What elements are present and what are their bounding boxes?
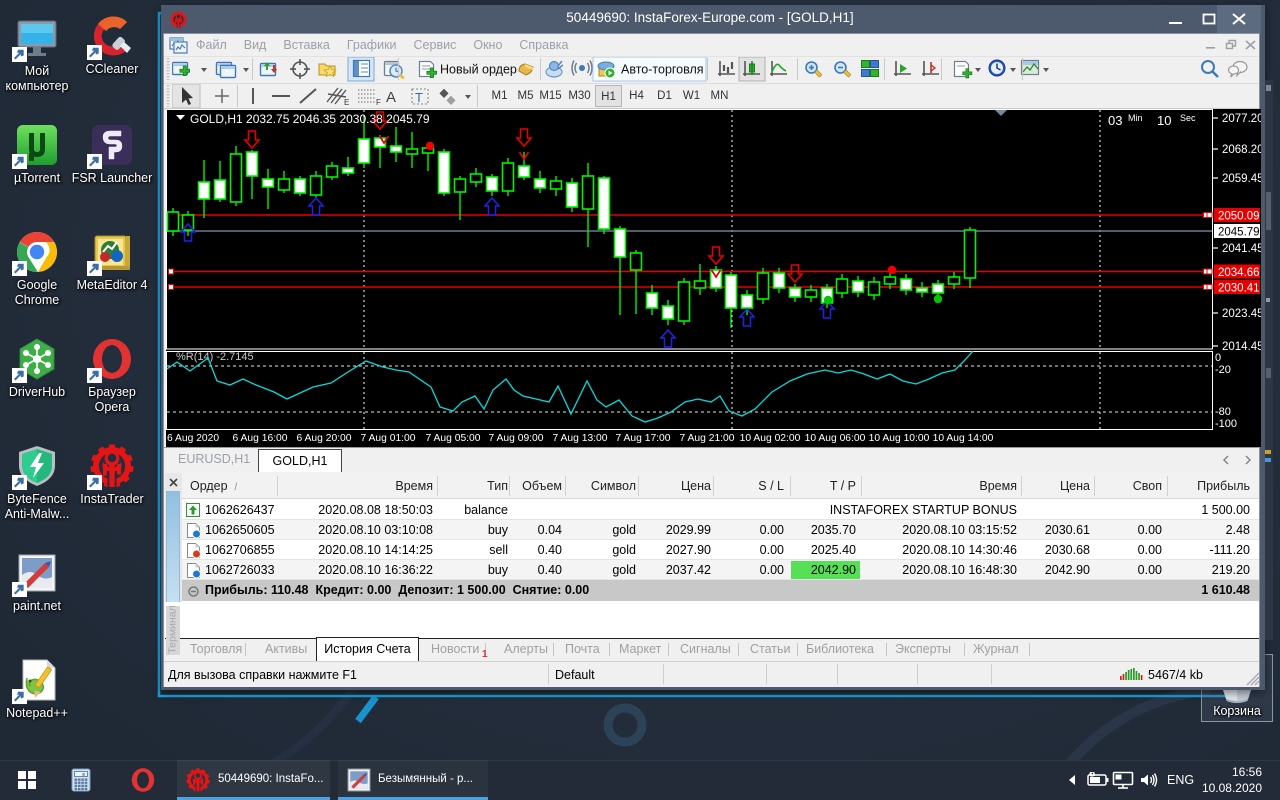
svg-text:2077.20: 2077.20 <box>1222 113 1261 125</box>
svg-text:2030.41: 2030.41 <box>1218 283 1260 295</box>
svg-text:2041.45: 2041.45 <box>1222 243 1261 255</box>
svg-text:7 Aug 09:00: 7 Aug 09:00 <box>489 433 544 444</box>
svg-text:2059.45: 2059.45 <box>1222 173 1261 185</box>
svg-text:-20: -20 <box>1215 364 1231 376</box>
svg-text:2034.66: 2034.66 <box>1218 267 1260 279</box>
svg-text:0: 0 <box>1215 352 1221 364</box>
svg-text:7 Aug 05:00: 7 Aug 05:00 <box>426 433 481 444</box>
svg-text:7 Aug 21:00: 7 Aug 21:00 <box>680 433 735 444</box>
svg-text:0: 0 <box>82 772 85 778</box>
svg-text:2050.09: 2050.09 <box>1218 211 1260 223</box>
svg-text:10 Aug 06:00: 10 Aug 06:00 <box>805 433 866 444</box>
svg-text:T: T <box>415 90 423 105</box>
svg-text:A: A <box>386 89 396 106</box>
svg-text:-80: -80 <box>1215 406 1231 418</box>
svg-text:6 Aug 2020: 6 Aug 2020 <box>167 433 219 444</box>
svg-text:7 Aug 17:00: 7 Aug 17:00 <box>616 433 671 444</box>
svg-text:10 Aug 02:00: 10 Aug 02:00 <box>740 433 801 444</box>
svg-text:2023.45: 2023.45 <box>1222 308 1261 320</box>
svg-text:7 Aug 01:00: 7 Aug 01:00 <box>361 433 416 444</box>
svg-text:10: 10 <box>1157 113 1171 128</box>
svg-text:10 Aug 14:00: 10 Aug 14:00 <box>933 433 994 444</box>
svg-text:2045.79: 2045.79 <box>1218 227 1260 239</box>
svg-text:%R(14) -2.7145: %R(14) -2.7145 <box>176 351 254 363</box>
svg-text:GOLD,H1 2032.75 2046.35 2030.: GOLD,H1 2032.75 2046.35 2030.38 2045.79 <box>190 112 430 126</box>
svg-text:Авто-торговля: Авто-торговля <box>621 63 704 77</box>
svg-text:6 Aug 16:00: 6 Aug 16:00 <box>233 433 288 444</box>
svg-text:2014.45: 2014.45 <box>1222 341 1261 353</box>
svg-text:F: F <box>376 98 381 107</box>
svg-text:10 Aug 10:00: 10 Aug 10:00 <box>869 433 930 444</box>
svg-text:7 Aug 13:00: 7 Aug 13:00 <box>553 433 608 444</box>
svg-text:E: E <box>344 98 349 107</box>
svg-text:Sec: Sec <box>1180 113 1196 123</box>
svg-text:Min: Min <box>1128 113 1143 123</box>
svg-text:6 Aug 20:00: 6 Aug 20:00 <box>297 433 352 444</box>
svg-text:2068.20: 2068.20 <box>1222 144 1261 156</box>
svg-text:Новый ордер: Новый ордер <box>440 63 517 77</box>
svg-text:-100: -100 <box>1215 418 1237 430</box>
svg-text:03: 03 <box>1108 113 1122 128</box>
